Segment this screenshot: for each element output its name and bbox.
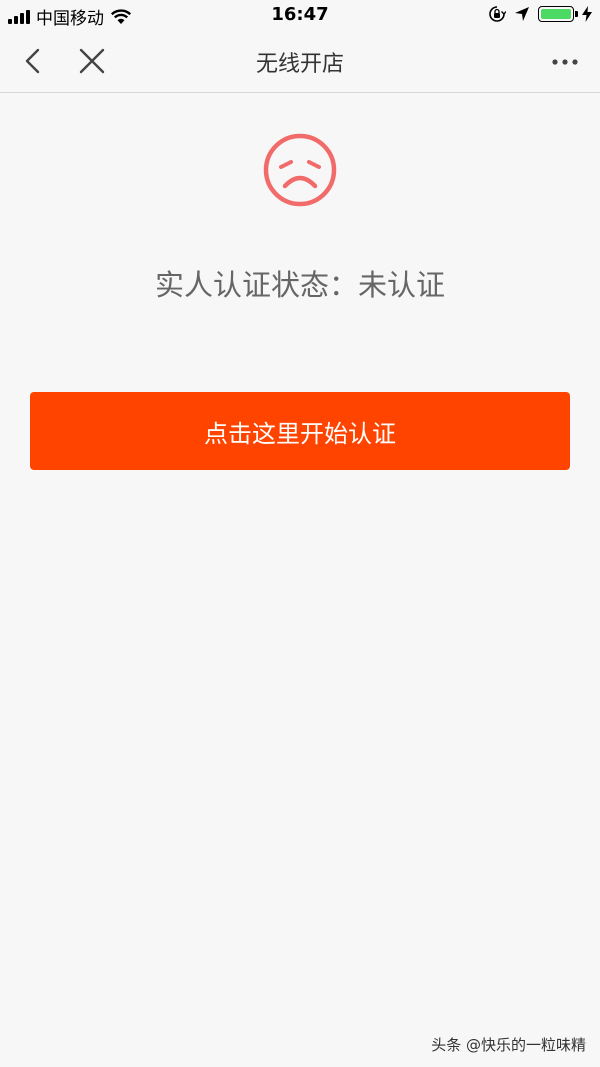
orientation-lock-icon — [489, 6, 506, 22]
more-icon[interactable] — [550, 52, 580, 72]
battery-fill — [541, 9, 571, 19]
verification-status: 实人认证状态：未认证 — [154, 268, 445, 302]
watermark: 头条 @快乐的一粒味精 — [431, 1036, 586, 1054]
location-icon — [515, 7, 529, 21]
start-verification-button[interactable]: 点击这里开始认证 — [30, 392, 570, 470]
sad-face-icon — [263, 133, 337, 207]
page-title: 无线开店 — [255, 52, 344, 77]
nav-bar: 无线开店 — [0, 30, 600, 93]
battery-icon — [538, 6, 578, 22]
status-bar-right — [488, 5, 592, 23]
charging-icon — [582, 6, 592, 22]
status-bar: 中国移动 16:47 — [0, 0, 600, 30]
